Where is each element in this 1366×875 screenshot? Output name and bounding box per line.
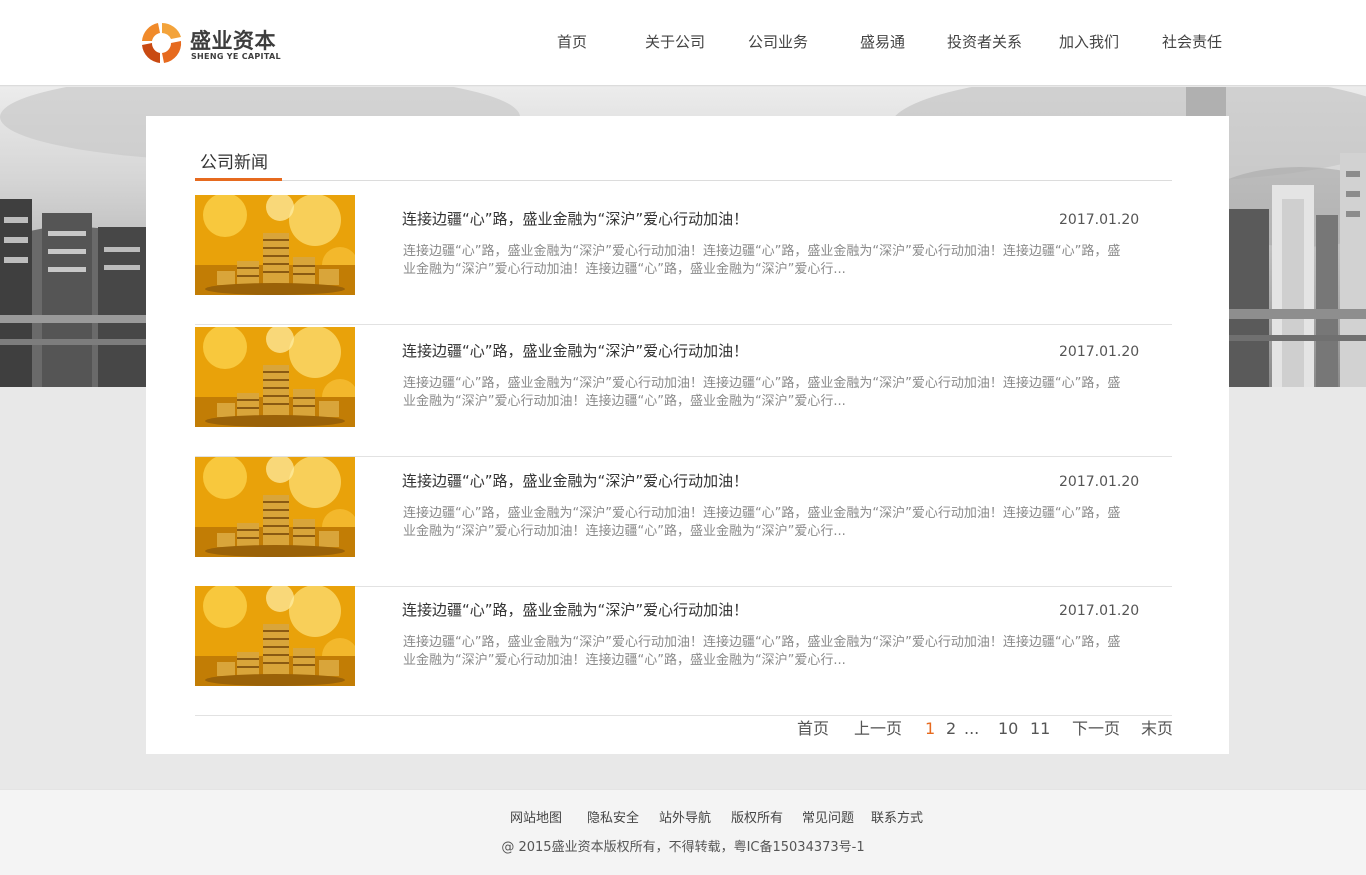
nav-item-about[interactable]: 关于公司 bbox=[645, 32, 705, 52]
footer-link-contact[interactable]: 联系方式 bbox=[871, 810, 923, 828]
logo[interactable]: 盛业资本 SHENG YE CAPITAL bbox=[138, 19, 288, 67]
copyright-text: @ 2015盛业资本版权所有，不得转载，粤IC备15034373号-1 bbox=[501, 840, 865, 855]
nav-item-social-responsibility[interactable]: 社会责任 bbox=[1162, 32, 1222, 52]
news-date: 2017.01.20 bbox=[1059, 344, 1140, 360]
gold-coins-image[interactable] bbox=[195, 586, 355, 686]
logo-text-cn: 盛业资本 bbox=[190, 29, 276, 53]
nav-item-business[interactable]: 公司业务 bbox=[748, 32, 808, 52]
logo-mark-icon bbox=[142, 23, 182, 63]
page-next-link[interactable]: 下一页 bbox=[1072, 718, 1120, 740]
news-title[interactable]: 连接边疆“心”路，盛业金融为“深沪”爱心行动加油！ bbox=[402, 209, 748, 229]
news-summary: 连接边疆“心”路，盛业金融为“深沪”爱心行动加油！连接边疆“心”路，盛业金融为“… bbox=[403, 635, 1121, 668]
news-item[interactable]: 连接边疆“心”路，盛业金融为“深沪”爱心行动加油！ 2017.01.20 连接边… bbox=[195, 586, 1172, 716]
page-11-link[interactable]: 11 bbox=[1030, 718, 1050, 740]
nav-item-join-us[interactable]: 加入我们 bbox=[1059, 32, 1119, 52]
news-date: 2017.01.20 bbox=[1059, 212, 1140, 228]
news-item[interactable]: 连接边疆“心”路，盛业金融为“深沪”爱心行动加油！ 2017.01.20 连接边… bbox=[195, 195, 1172, 325]
footer-link-faq[interactable]: 常见问题 bbox=[802, 810, 854, 828]
news-summary: 连接边疆“心”路，盛业金融为“深沪”爱心行动加油！连接边疆“心”路，盛业金融为“… bbox=[403, 244, 1121, 277]
page-first-link[interactable]: 首页 bbox=[797, 718, 829, 740]
news-date: 2017.01.20 bbox=[1059, 603, 1140, 619]
page-last-link[interactable]: 末页 bbox=[1141, 718, 1173, 740]
title-divider bbox=[195, 180, 1172, 181]
news-panel: 公司新闻 连接边疆“心”路，盛业金融为“深沪”爱心行动加油！ 2017.01.2… bbox=[146, 116, 1229, 754]
pagination: 首页 上一页 1 2 ... 10 11 下一页 末页 bbox=[146, 718, 1229, 740]
gold-coins-image[interactable] bbox=[195, 195, 355, 295]
gold-coins-image[interactable] bbox=[195, 327, 355, 427]
page-ellipsis: ... bbox=[964, 719, 980, 738]
footer-link-external-nav[interactable]: 站外导航 bbox=[659, 810, 711, 828]
news-item[interactable]: 连接边疆“心”路，盛业金融为“深沪”爱心行动加油！ 2017.01.20 连接边… bbox=[195, 457, 1172, 587]
news-summary: 连接边疆“心”路，盛业金融为“深沪”爱心行动加油！连接边疆“心”路，盛业金融为“… bbox=[403, 506, 1121, 539]
page-2-link[interactable]: 2 bbox=[946, 718, 956, 740]
page-10-link[interactable]: 10 bbox=[998, 718, 1018, 740]
site-header: 盛业资本 SHENG YE CAPITAL 首页 关于公司 公司业务 盛易通 投… bbox=[0, 0, 1366, 86]
footer-link-privacy[interactable]: 隐私安全 bbox=[587, 810, 639, 828]
page-prev-link[interactable]: 上一页 bbox=[854, 718, 902, 740]
page-current[interactable]: 1 bbox=[925, 718, 935, 740]
site-footer: 网站地图 隐私安全 站外导航 版权所有 常见问题 联系方式 @ 2015盛业资本… bbox=[0, 789, 1366, 875]
nav-item-shengyitong[interactable]: 盛易通 bbox=[860, 32, 905, 52]
title-accent-underline bbox=[195, 178, 282, 181]
nav-item-investor-relations[interactable]: 投资者关系 bbox=[947, 32, 1022, 52]
footer-link-copyright[interactable]: 版权所有 bbox=[731, 810, 783, 828]
footer-link-sitemap[interactable]: 网站地图 bbox=[510, 810, 562, 828]
gold-coins-image[interactable] bbox=[195, 457, 355, 557]
logo-text-en: SHENG YE CAPITAL bbox=[191, 52, 281, 61]
news-date: 2017.01.20 bbox=[1059, 474, 1140, 490]
nav-item-home[interactable]: 首页 bbox=[557, 32, 587, 52]
news-item[interactable]: 连接边疆“心”路，盛业金融为“深沪”爱心行动加油！ 2017.01.20 连接边… bbox=[195, 327, 1172, 457]
section-title: 公司新闻 bbox=[200, 153, 268, 173]
news-title[interactable]: 连接边疆“心”路，盛业金融为“深沪”爱心行动加油！ bbox=[402, 600, 748, 620]
news-summary: 连接边疆“心”路，盛业金融为“深沪”爱心行动加油！连接边疆“心”路，盛业金融为“… bbox=[403, 376, 1121, 409]
news-title[interactable]: 连接边疆“心”路，盛业金融为“深沪”爱心行动加油！ bbox=[402, 341, 748, 361]
news-title[interactable]: 连接边疆“心”路，盛业金融为“深沪”爱心行动加油！ bbox=[402, 471, 748, 491]
